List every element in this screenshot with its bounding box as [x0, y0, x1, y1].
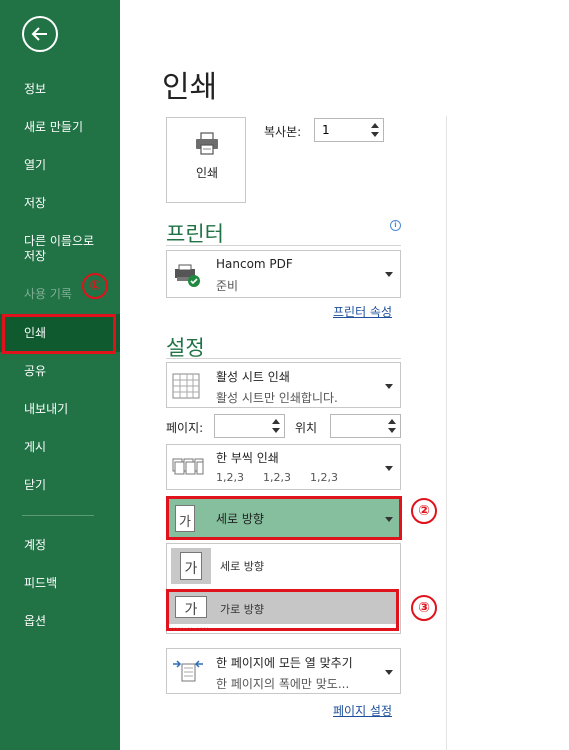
step-3-badge: ③	[411, 595, 437, 621]
collate-desc-3: 1,2,3	[310, 471, 338, 484]
scaling-title: 한 페이지에 모든 열 맞추기	[216, 656, 353, 670]
nav-open[interactable]: 열기	[24, 158, 46, 173]
collate-desc-2: 1,2,3	[263, 471, 291, 484]
chevron-down-icon	[385, 670, 393, 675]
copies-label: 복사본:	[264, 125, 302, 139]
highlight-box-landscape	[166, 589, 399, 631]
spin-up-icon[interactable]	[371, 123, 379, 128]
nav-new[interactable]: 새로 만들기	[24, 120, 83, 135]
print-what-dropdown[interactable]: 활성 시트 인쇄 활성 시트만 인쇄합니다.	[166, 362, 401, 408]
menu-item-portrait[interactable]: 가 세로 방향	[167, 544, 400, 588]
scaling-dropdown[interactable]: 한 페이지에 모든 열 맞추기 한 페이지의 폭에만 맞도...	[166, 648, 401, 694]
printer-icon	[196, 132, 218, 155]
highlight-box-print	[2, 314, 116, 354]
highlight-box-orientation	[166, 496, 402, 540]
nav-info[interactable]: 정보	[24, 82, 46, 97]
printer-name: Hancom PDF	[216, 257, 293, 271]
portrait-page-icon: 가	[180, 552, 202, 580]
pages-to-field[interactable]	[330, 414, 401, 438]
fit-columns-icon	[173, 660, 203, 682]
page-title: 인쇄	[162, 70, 218, 105]
nav-options[interactable]: 옵션	[24, 614, 46, 629]
step-1-badge: ①	[82, 273, 108, 299]
copies-value: 1	[322, 123, 330, 137]
print-what-desc: 활성 시트만 인쇄합니다.	[216, 391, 338, 405]
pages-label: 페이지:	[166, 421, 204, 435]
settings-section-rule	[166, 358, 401, 359]
print-what-title: 활성 시트 인쇄	[216, 370, 290, 384]
printer-status: 준비	[216, 279, 239, 293]
spin-up-icon[interactable]	[388, 419, 396, 424]
nav-share[interactable]: 공유	[24, 364, 46, 379]
printer-dropdown[interactable]: Hancom PDF 준비	[166, 250, 401, 298]
nav-feedback[interactable]: 피드백	[24, 576, 57, 591]
printer-section-rule	[166, 245, 401, 246]
nav-publish[interactable]: 게시	[24, 440, 46, 455]
nav-save-as[interactable]: 다른 이름으로 저장	[24, 234, 94, 264]
print-button[interactable]: 인쇄	[166, 117, 246, 203]
spin-down-icon[interactable]	[272, 428, 280, 433]
panel-divider	[446, 116, 447, 750]
info-icon[interactable]: i	[390, 220, 401, 231]
menu-item-portrait-label: 세로 방향	[220, 560, 264, 573]
collate-title: 한 부씩 인쇄	[216, 451, 279, 465]
printer-section-title: 프린터	[166, 222, 224, 246]
print-button-label: 인쇄	[195, 166, 219, 180]
nav-history: 사용 기록	[24, 287, 72, 301]
collate-icon	[172, 458, 204, 475]
printer-device-icon	[175, 264, 200, 287]
chevron-down-icon	[385, 272, 393, 277]
pages-to-label: 위치	[295, 421, 318, 435]
nav-account[interactable]: 계정	[24, 538, 46, 553]
collate-desc-1: 1,2,3	[216, 471, 244, 484]
chevron-down-icon	[385, 384, 393, 389]
sheet-grid-icon	[172, 373, 200, 399]
step-2-badge: ②	[411, 498, 437, 524]
printer-properties-link[interactable]: 프린터 속성	[333, 303, 392, 320]
scaling-desc: 한 페이지의 폭에만 맞도...	[216, 677, 350, 691]
portrait-tile: 가	[171, 548, 211, 584]
page-setup-link[interactable]: 페이지 설정	[333, 702, 392, 719]
back-arrow-icon[interactable]	[22, 16, 58, 52]
nav-export[interactable]: 내보내기	[24, 402, 68, 417]
spin-down-icon[interactable]	[371, 132, 379, 137]
nav-save[interactable]: 저장	[24, 196, 46, 211]
collate-dropdown[interactable]: 한 부씩 인쇄 1,2,3 1,2,3 1,2,3	[166, 444, 401, 490]
backstage-sidebar: 정보 새로 만들기 열기 저장 다른 이름으로 저장 사용 기록 인쇄 공유 내…	[0, 0, 120, 750]
nav-close[interactable]: 닫기	[24, 478, 46, 493]
pages-from-field[interactable]	[214, 414, 285, 438]
spin-down-icon[interactable]	[388, 428, 396, 433]
nav-divider	[22, 515, 94, 516]
copies-stepper[interactable]: 1	[314, 118, 384, 142]
spin-up-icon[interactable]	[272, 419, 280, 424]
chevron-down-icon	[385, 466, 393, 471]
